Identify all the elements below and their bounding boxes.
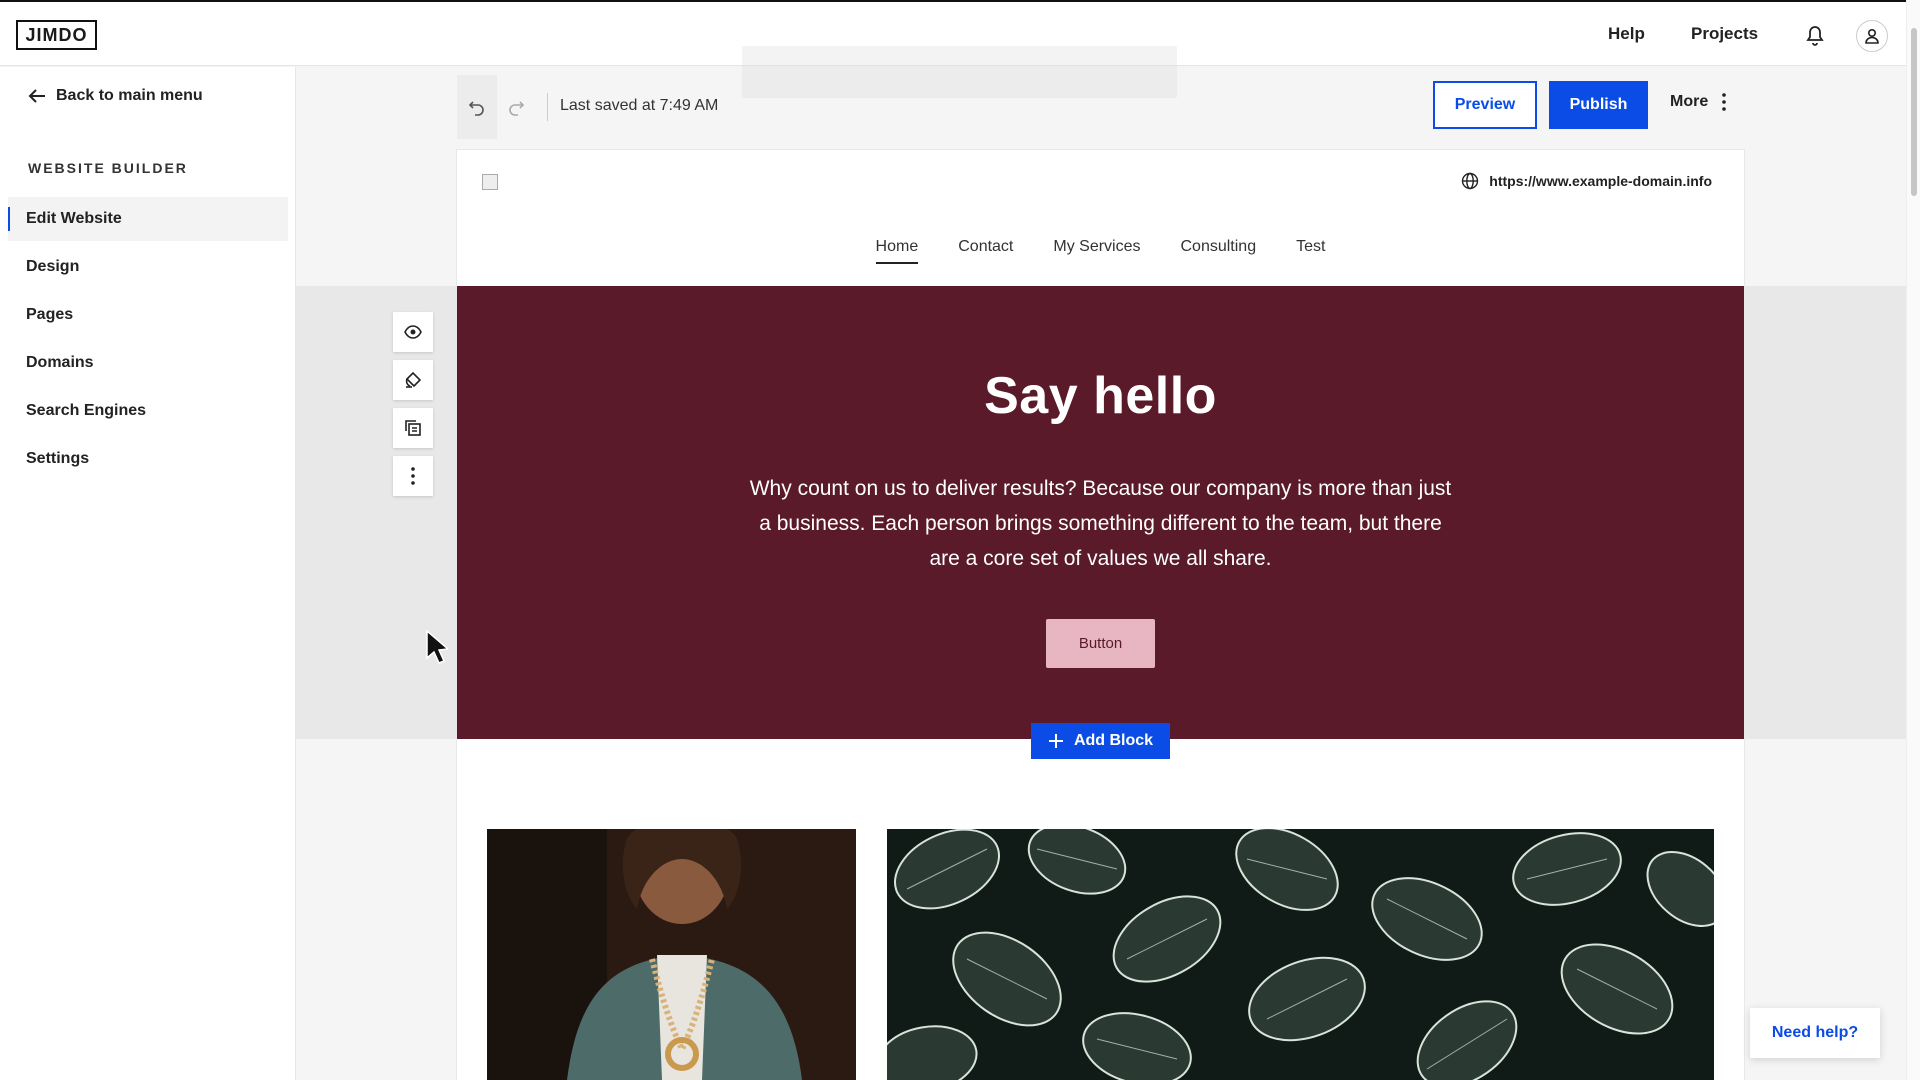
publish-button[interactable]: Publish	[1549, 81, 1648, 129]
hero-text[interactable]: Why count on us to deliver results? Beca…	[745, 471, 1456, 576]
sidebar-item-search-engines[interactable]: Search Engines	[8, 389, 288, 433]
more-label: More	[1670, 93, 1709, 110]
site-nav-my-services[interactable]: My Services	[1053, 238, 1140, 264]
site-nav-contact[interactable]: Contact	[958, 238, 1013, 264]
hero-cta-button[interactable]: Button	[1046, 619, 1155, 668]
user-account-icon[interactable]	[1856, 20, 1888, 52]
hero-title[interactable]: Say hello	[457, 366, 1744, 426]
redo-button[interactable]	[500, 75, 532, 139]
site-url-text: https://www.example-domain.info	[1489, 173, 1712, 189]
projects-link[interactable]: Projects	[1691, 24, 1758, 44]
arrow-left-icon	[28, 89, 45, 103]
kebab-icon	[411, 467, 415, 485]
plus-icon	[1048, 734, 1063, 748]
sidebar-item-pages[interactable]: Pages	[8, 293, 288, 337]
last-saved-status: Last saved at 7:49 AM	[560, 97, 719, 114]
scrollbar-thumb[interactable]	[1911, 28, 1917, 196]
eye-icon	[404, 325, 422, 339]
paint-bucket-icon	[405, 371, 422, 388]
leaves-image[interactable]	[887, 829, 1714, 1080]
need-help-button[interactable]: Need help?	[1750, 1008, 1880, 1058]
redo-icon	[509, 101, 525, 116]
undo-icon	[468, 101, 484, 116]
toolbar-divider	[547, 93, 548, 121]
back-to-main-menu-link[interactable]: Back to main menu	[28, 87, 203, 105]
back-label: Back to main menu	[56, 87, 203, 104]
site-nav-test[interactable]: Test	[1296, 238, 1325, 264]
toast-overlay	[742, 46, 1177, 98]
site-url[interactable]: https://www.example-domain.info	[1461, 172, 1712, 190]
kebab-icon	[1722, 93, 1727, 111]
globe-icon	[1462, 172, 1479, 190]
site-logo-placeholder-icon[interactable]	[482, 174, 498, 190]
add-block-button[interactable]: Add Block	[1031, 723, 1170, 759]
block-tools	[393, 312, 433, 504]
add-block-label: Add Block	[1073, 732, 1154, 749]
sidebar-item-design[interactable]: Design	[8, 245, 288, 289]
site-nav-consulting[interactable]: Consulting	[1181, 238, 1257, 264]
sidebar-item-settings[interactable]: Settings	[8, 437, 288, 481]
duplicate-block-button[interactable]	[393, 408, 433, 448]
site-nav-home[interactable]: Home	[875, 238, 919, 264]
sidebar: Back to main menu WEBSITE BUILDER Edit W…	[0, 67, 296, 1080]
sidebar-nav: Edit Website Design Pages Domains Search…	[8, 197, 288, 485]
section-label: WEBSITE BUILDER	[28, 160, 188, 176]
page-scrollbar[interactable]	[1906, 0, 1920, 1080]
toggle-visibility-button[interactable]	[393, 312, 433, 352]
mouse-cursor-icon	[426, 629, 450, 669]
website-canvas: https://www.example-domain.info Home Con…	[457, 150, 1744, 1080]
site-navigation: Home Contact My Services Consulting Test	[457, 238, 1744, 264]
sidebar-item-domains[interactable]: Domains	[8, 341, 288, 385]
help-link[interactable]: Help	[1608, 24, 1645, 44]
undo-button[interactable]	[457, 75, 497, 139]
jimdo-logo[interactable]: JIMDO	[16, 20, 97, 50]
preview-button[interactable]: Preview	[1433, 81, 1537, 129]
block-design-button[interactable]	[393, 360, 433, 400]
sidebar-item-edit-website[interactable]: Edit Website	[8, 197, 288, 241]
bell-icon[interactable]	[1803, 24, 1827, 48]
more-menu-button[interactable]: More	[1670, 93, 1727, 111]
hero-block[interactable]: Say hello Why count on us to deliver res…	[457, 286, 1744, 739]
portrait-image[interactable]	[487, 829, 856, 1080]
copy-icon	[405, 420, 421, 436]
block-more-button[interactable]	[393, 456, 433, 496]
